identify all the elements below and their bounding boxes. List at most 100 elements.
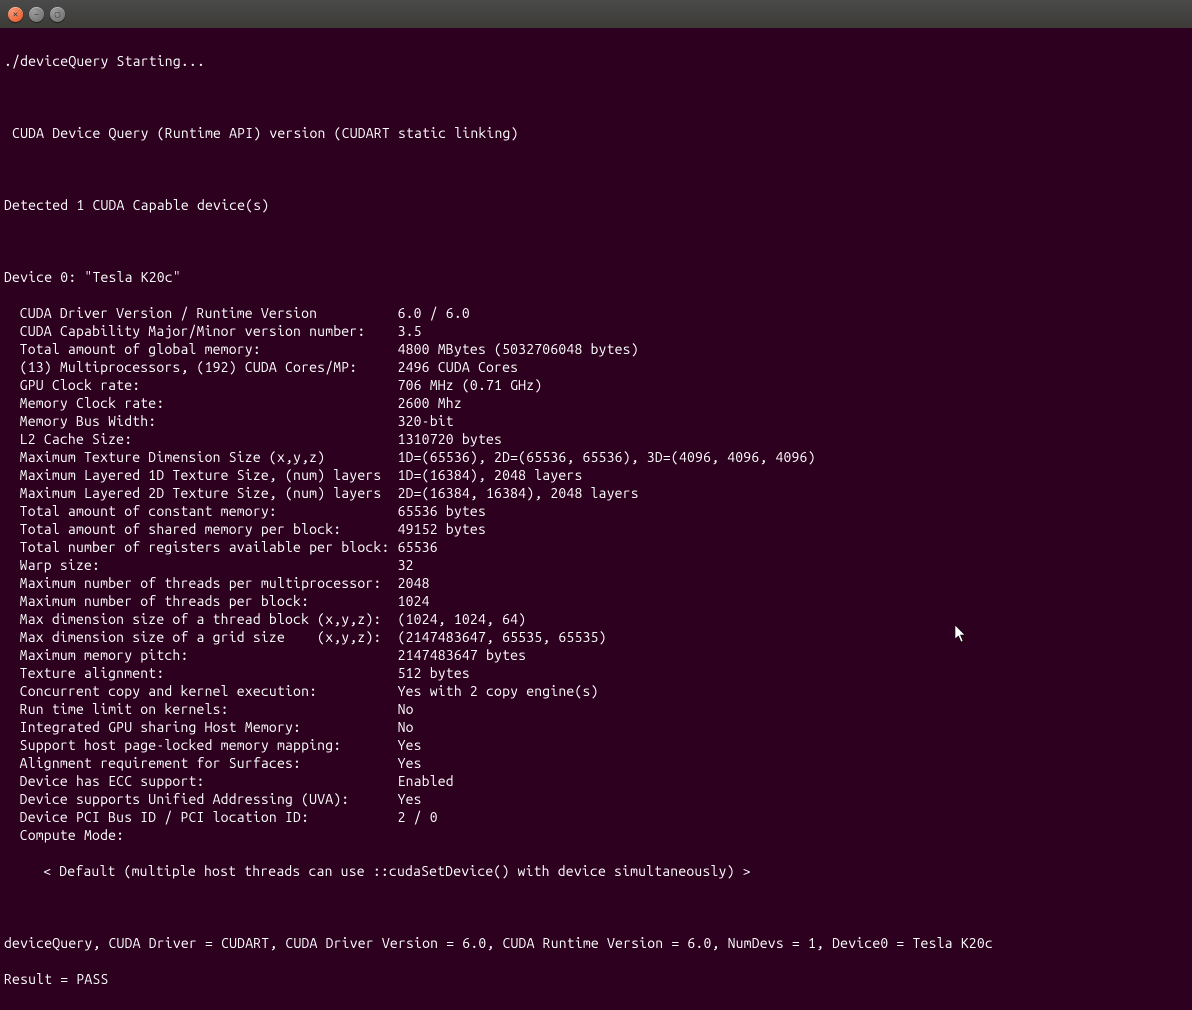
property-label: Maximum number of threads per multiproce… xyxy=(20,574,398,592)
property-value: 3.5 xyxy=(398,322,422,340)
property-value: Enabled xyxy=(398,772,454,790)
device-property-row: Device supports Unified Addressing (UVA)… xyxy=(4,790,1188,808)
device-property-row: Run time limit on kernels: No xyxy=(4,700,1188,718)
blank-line xyxy=(4,232,1188,250)
property-value: 1024 xyxy=(398,592,430,610)
device-property-row: Total amount of constant memory: 65536 b… xyxy=(4,502,1188,520)
property-label: Compute Mode: xyxy=(20,826,398,844)
property-value: (1024, 1024, 64) xyxy=(398,610,527,628)
property-label: Maximum number of threads per block: xyxy=(20,592,398,610)
property-value: (2147483647, 65535, 65535) xyxy=(398,628,607,646)
property-label: Memory Clock rate: xyxy=(20,394,398,412)
property-value: 706 MHz (0.71 GHz) xyxy=(398,376,543,394)
device-property-row: Maximum memory pitch: 2147483647 bytes xyxy=(4,646,1188,664)
line-device-header: Device 0: "Tesla K20c" xyxy=(4,268,1188,286)
property-value: 512 bytes xyxy=(398,664,470,682)
property-value: No xyxy=(398,700,414,718)
device-property-row: Max dimension size of a thread block (x,… xyxy=(4,610,1188,628)
property-label: Max dimension size of a thread block (x,… xyxy=(20,610,398,628)
property-value: 49152 bytes xyxy=(398,520,486,538)
device-property-row: Warp size: 32 xyxy=(4,556,1188,574)
property-value: 2147483647 bytes xyxy=(398,646,527,664)
property-label: Device PCI Bus ID / PCI location ID: xyxy=(20,808,398,826)
property-label: Max dimension size of a grid size (x,y,z… xyxy=(20,628,398,646)
property-label: Concurrent copy and kernel execution: xyxy=(20,682,398,700)
property-label: Alignment requirement for Surfaces: xyxy=(20,754,398,772)
property-value: Yes xyxy=(398,754,422,772)
property-label: Support host page-locked memory mapping: xyxy=(20,736,398,754)
device-property-row: CUDA Driver Version / Runtime Version 6.… xyxy=(4,304,1188,322)
property-label: Total amount of shared memory per block: xyxy=(20,520,398,538)
property-label: Total amount of global memory: xyxy=(20,340,398,358)
blank-line xyxy=(4,898,1188,916)
device-property-row: Total amount of global memory: 4800 MByt… xyxy=(4,340,1188,358)
property-label: Total amount of constant memory: xyxy=(20,502,398,520)
compute-mode-detail: < Default (multiple host threads can use… xyxy=(4,862,1188,880)
device-property-row: Maximum Layered 1D Texture Size, (num) l… xyxy=(4,466,1188,484)
blank-line xyxy=(4,160,1188,178)
device-property-row: Texture alignment: 512 bytes xyxy=(4,664,1188,682)
device-property-row: Max dimension size of a grid size (x,y,z… xyxy=(4,628,1188,646)
device-property-row: Memory Bus Width: 320-bit xyxy=(4,412,1188,430)
device-property-row: (13) Multiprocessors, (192) CUDA Cores/M… xyxy=(4,358,1188,376)
property-value: 2600 Mhz xyxy=(398,394,462,412)
property-value: 65536 xyxy=(398,538,438,556)
property-value: 65536 bytes xyxy=(398,502,486,520)
property-label: Run time limit on kernels: xyxy=(20,700,398,718)
window-button-group: ✕ − ▢ xyxy=(8,7,65,22)
property-value: 1D=(65536), 2D=(65536, 65536), 3D=(4096,… xyxy=(398,448,816,466)
property-label: Maximum Texture Dimension Size (x,y,z) xyxy=(20,448,398,466)
window-titlebar[interactable]: ✕ − ▢ xyxy=(0,0,1192,28)
device-property-row: Compute Mode: xyxy=(4,826,1188,844)
property-value: 1D=(16384), 2048 layers xyxy=(398,466,583,484)
device-property-row: Device has ECC support: Enabled xyxy=(4,772,1188,790)
device-property-row: Alignment requirement for Surfaces: Yes xyxy=(4,754,1188,772)
property-label: Device has ECC support: xyxy=(20,772,398,790)
property-label: Maximum memory pitch: xyxy=(20,646,398,664)
device-property-row: Device PCI Bus ID / PCI location ID: 2 /… xyxy=(4,808,1188,826)
device-property-row: Total number of registers available per … xyxy=(4,538,1188,556)
property-label: Texture alignment: xyxy=(20,664,398,682)
property-value: 6.0 / 6.0 xyxy=(398,304,470,322)
close-icon[interactable]: ✕ xyxy=(8,7,23,22)
device-property-row: Maximum Layered 2D Texture Size, (num) l… xyxy=(4,484,1188,502)
property-label: CUDA Capability Major/Minor version numb… xyxy=(20,322,398,340)
device-property-row: Maximum number of threads per multiproce… xyxy=(4,574,1188,592)
footer-result: Result = PASS xyxy=(4,970,1188,988)
device-property-row: Support host page-locked memory mapping:… xyxy=(4,736,1188,754)
footer-summary: deviceQuery, CUDA Driver = CUDART, CUDA … xyxy=(4,934,1188,952)
minimize-icon[interactable]: − xyxy=(29,7,44,22)
line-starting: ./deviceQuery Starting... xyxy=(4,52,1188,70)
property-label: Maximum Layered 1D Texture Size, (num) l… xyxy=(20,466,398,484)
device-property-row: Concurrent copy and kernel execution: Ye… xyxy=(4,682,1188,700)
property-value: 2 / 0 xyxy=(398,808,438,826)
line-detected: Detected 1 CUDA Capable device(s) xyxy=(4,196,1188,214)
property-value: Yes xyxy=(398,790,422,808)
line-api: CUDA Device Query (Runtime API) version … xyxy=(4,124,1188,142)
maximize-icon[interactable]: ▢ xyxy=(50,7,65,22)
terminal-output[interactable]: ./deviceQuery Starting... CUDA Device Qu… xyxy=(0,28,1192,1010)
blank-line xyxy=(4,88,1188,106)
device-property-row: Integrated GPU sharing Host Memory: No xyxy=(4,718,1188,736)
property-label: Device supports Unified Addressing (UVA)… xyxy=(20,790,398,808)
property-value: 32 xyxy=(398,556,414,574)
property-value: 2496 CUDA Cores xyxy=(398,358,519,376)
property-label: (13) Multiprocessors, (192) CUDA Cores/M… xyxy=(20,358,398,376)
property-label: Integrated GPU sharing Host Memory: xyxy=(20,718,398,736)
property-value: 2D=(16384, 16384), 2048 layers xyxy=(398,484,639,502)
device-property-row: CUDA Capability Major/Minor version numb… xyxy=(4,322,1188,340)
property-value: 1310720 bytes xyxy=(398,430,503,448)
property-value: 320-bit xyxy=(398,412,454,430)
property-label: Warp size: xyxy=(20,556,398,574)
device-property-row: Memory Clock rate: 2600 Mhz xyxy=(4,394,1188,412)
property-label: L2 Cache Size: xyxy=(20,430,398,448)
property-value: Yes with 2 copy engine(s) xyxy=(398,682,599,700)
device-properties: CUDA Driver Version / Runtime Version 6.… xyxy=(4,304,1188,844)
property-label: CUDA Driver Version / Runtime Version xyxy=(20,304,398,322)
device-property-row: Maximum Texture Dimension Size (x,y,z) 1… xyxy=(4,448,1188,466)
property-label: Total number of registers available per … xyxy=(20,538,398,556)
property-value: 4800 MBytes (5032706048 bytes) xyxy=(398,340,639,358)
device-property-row: Maximum number of threads per block: 102… xyxy=(4,592,1188,610)
device-property-row: L2 Cache Size: 1310720 bytes xyxy=(4,430,1188,448)
property-label: GPU Clock rate: xyxy=(20,376,398,394)
